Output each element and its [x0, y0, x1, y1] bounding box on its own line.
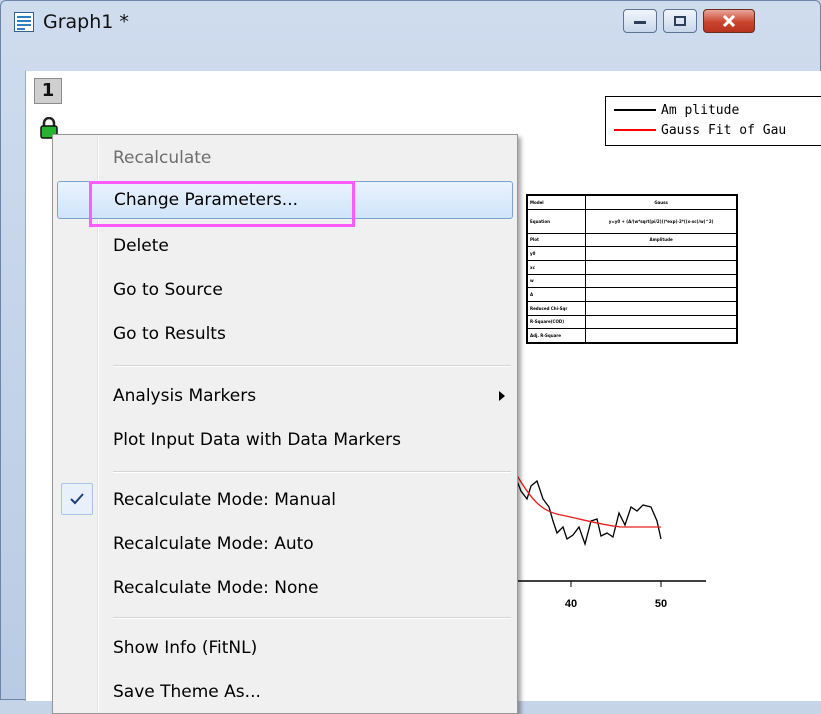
menu-item-recalc-mode-none[interactable]: Recalculate Mode: None: [57, 569, 513, 607]
x-tick-label: 50: [655, 598, 667, 610]
close-icon: [722, 15, 736, 27]
menu-item-label: Recalculate: [113, 148, 212, 168]
table-cell: [585, 328, 737, 343]
menu-item-label: Change Parameters...: [114, 190, 299, 210]
table-cell: [585, 259, 737, 275]
table-cell: xc: [526, 259, 587, 275]
x-tick-label: 40: [565, 598, 577, 610]
menu-item-label: Show Info (FitNL): [113, 638, 258, 658]
menu-item-label: Recalculate Mode: Auto: [113, 534, 314, 554]
menu-item-show-info[interactable]: Show Info (FitNL): [57, 629, 513, 667]
menu-item-change-parameters[interactable]: Change Parameters...: [57, 181, 513, 219]
table-cell: y0: [526, 246, 587, 261]
table-row: Plot Amplitude: [526, 232, 737, 248]
menu-item-label: Recalculate Mode: Manual: [113, 490, 337, 510]
table-cell: Equation: [526, 208, 587, 234]
menu-separator: [113, 365, 511, 367]
table-row: Adj. R-Square: [526, 328, 737, 343]
table-cell: [585, 287, 737, 302]
menu-item-save-theme-as[interactable]: Save Theme As...: [57, 673, 513, 711]
table-row: y0: [526, 246, 737, 261]
minimize-icon: [634, 21, 646, 24]
menu-item-go-to-source[interactable]: Go to Source: [57, 271, 513, 309]
table-cell: [585, 300, 737, 316]
menu-item-analysis-markers[interactable]: Analysis Markers: [57, 377, 513, 415]
table-row: A: [526, 287, 737, 302]
legend-item-gauss-fit: Gauss Fit of Gau: [614, 121, 786, 139]
table-cell: Reduced Chi-Sqr: [526, 300, 587, 316]
table-row: xc: [526, 259, 737, 275]
window-title: Graph1 *: [43, 11, 129, 33]
menu-item-label: Go to Source: [113, 280, 223, 300]
menu-separator: [113, 471, 511, 473]
table-row: w: [526, 273, 737, 289]
menu-item-plot-input-data[interactable]: Plot Input Data with Data Markers: [57, 421, 513, 459]
plot-area[interactable]: 40 50: [501, 441, 721, 626]
table-cell: Plot: [526, 232, 587, 248]
menu-separator: [113, 617, 511, 619]
table-cell: Gauss: [585, 195, 737, 210]
table-cell: Model: [526, 195, 587, 210]
maximize-button[interactable]: [663, 9, 697, 33]
table-cell: R-Square(COD): [526, 314, 587, 330]
table-cell: [585, 314, 737, 330]
legend-swatch-red: [614, 129, 656, 131]
menu-item-label: Analysis Markers: [113, 386, 257, 406]
legend-swatch-black: [614, 109, 656, 111]
fit-results-table[interactable]: Model Gauss Equation y=y0 + (A/(w*sqrt(pi/…: [526, 194, 738, 344]
menu-item-label: Plot Input Data with Data Markers: [113, 430, 401, 450]
table-row: Equation y=y0 + (A/(w*sqrt(pi/2)))*exp(-2…: [526, 208, 737, 234]
table-cell: w: [526, 273, 587, 289]
table-cell: y=y0 + (A/(w*sqrt(pi/2)))*exp(-2*((x-xc)…: [585, 208, 737, 234]
graph-window-icon[interactable]: [14, 12, 34, 32]
table-row: R-Square(COD): [526, 314, 737, 330]
table-cell: Amplitude: [585, 232, 737, 248]
layer-tab[interactable]: 1: [34, 78, 62, 104]
legend-item-amplitude: Am plitude: [614, 101, 739, 119]
menu-item-label: Recalculate Mode: None: [113, 578, 319, 598]
menu-item-label: Save Theme As...: [113, 682, 261, 702]
table-row: Model Gauss: [526, 195, 737, 210]
table-row: Reduced Chi-Sqr: [526, 300, 737, 316]
amplitude-data-line: [510, 462, 662, 547]
menu-item-recalc-mode-manual[interactable]: Recalculate Mode: Manual: [57, 481, 513, 519]
legend-label: Am plitude: [661, 102, 740, 118]
restore-icon: [674, 16, 686, 26]
graph-legend[interactable]: Am plitude Gauss Fit of Gau: [605, 96, 821, 146]
checkmark-icon: [70, 493, 84, 505]
minimize-button[interactable]: [623, 9, 657, 33]
menu-item-recalculate[interactable]: Recalculate: [57, 139, 513, 177]
menu-item-go-to-results[interactable]: Go to Results: [57, 315, 513, 353]
gauss-fit-line: [510, 464, 661, 528]
menu-item-recalc-mode-auto[interactable]: Recalculate Mode: Auto: [57, 525, 513, 563]
close-button[interactable]: [703, 9, 755, 33]
submenu-arrow-icon: [499, 391, 505, 401]
check-box: [61, 483, 93, 515]
menu-item-label: Delete: [113, 236, 169, 256]
menu-item-label: Go to Results: [113, 324, 226, 344]
table-cell: A: [526, 287, 587, 302]
title-bar[interactable]: Graph1 *: [1, 1, 820, 41]
table-cell: Adj. R-Square: [526, 328, 587, 343]
context-menu: Recalculate Change Parameters... Delete …: [52, 134, 518, 714]
menu-item-delete[interactable]: Delete: [57, 227, 513, 265]
table-cell: [585, 246, 737, 261]
legend-label: Gauss Fit of Gau: [661, 122, 787, 138]
table-cell: [585, 273, 737, 289]
